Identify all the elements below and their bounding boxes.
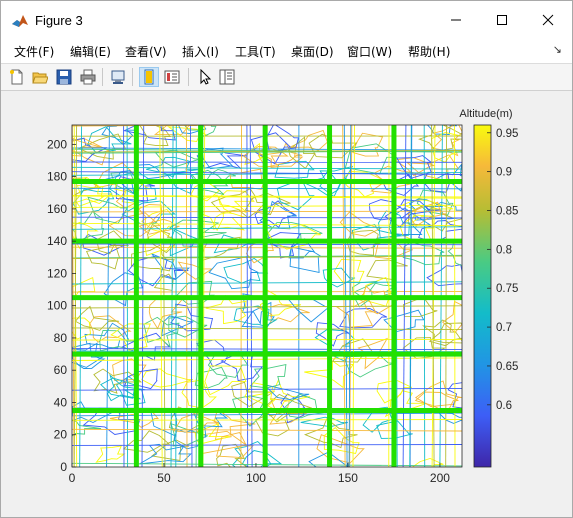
minimize-button[interactable] bbox=[433, 1, 479, 39]
matlab-logo-icon bbox=[12, 15, 28, 27]
toolbar-separator bbox=[132, 68, 133, 86]
colorbar-tick-label: 0.8 bbox=[496, 244, 512, 256]
colorbar-tick-label: 0.85 bbox=[496, 206, 518, 218]
hide-plot-tools-button[interactable] bbox=[139, 67, 159, 87]
x-tick-label: 150 bbox=[338, 471, 358, 485]
y-tick-label: 160 bbox=[47, 202, 67, 216]
window-title: Figure 3 bbox=[35, 13, 83, 28]
hide-plot-tools-icon bbox=[144, 69, 154, 85]
edit-plot-icon bbox=[200, 69, 212, 85]
y-tick-label: 100 bbox=[47, 299, 67, 313]
colorbar-tick-label: 0.6 bbox=[496, 400, 512, 412]
y-tick-label: 200 bbox=[47, 137, 67, 151]
x-tick-label: 0 bbox=[69, 471, 76, 485]
colorbar-tick-label: 0.95 bbox=[496, 128, 518, 140]
toolbar-separator bbox=[188, 68, 189, 86]
menu-desktop[interactable]: 桌面(D) bbox=[291, 43, 334, 60]
insert-colorbar-icon bbox=[164, 70, 180, 84]
menu-view[interactable]: 查看(V) bbox=[125, 43, 167, 60]
save-button[interactable] bbox=[54, 67, 74, 87]
figure-toolbar bbox=[1, 63, 572, 91]
maximize-icon bbox=[497, 15, 507, 25]
contour-plot[interactable]: 0 50 100 150 200 0 20 40 60 80 100 120 140 160 180 200… bbox=[7, 91, 566, 511]
menu-file[interactable]: 文件(F) bbox=[14, 43, 54, 60]
y-tick-label: 20 bbox=[54, 428, 68, 442]
minimize-icon bbox=[451, 19, 461, 21]
y-tick-label: 40 bbox=[54, 395, 68, 409]
print-button[interactable] bbox=[78, 67, 98, 87]
menu-bar: 文件(F) 编辑(E) 查看(V) 插入(I) 工具(T) 桌面(D) 窗口(W… bbox=[1, 39, 572, 63]
colorbar-ticks: 0.6 0.65 0.7 0.75 0.8 0.85 0.9 0.95 bbox=[487, 128, 518, 412]
y-tick-label: 180 bbox=[47, 170, 67, 184]
open-file-button[interactable] bbox=[30, 67, 50, 87]
x-tick-label: 200 bbox=[430, 471, 450, 485]
menu-edit[interactable]: 编辑(E) bbox=[70, 43, 111, 60]
x-tick-label: 100 bbox=[246, 471, 266, 485]
y-tick-label: 60 bbox=[54, 363, 68, 377]
print-icon bbox=[80, 69, 96, 85]
y-tick-label: 120 bbox=[47, 266, 67, 280]
menu-insert[interactable]: 插入(I) bbox=[182, 43, 219, 60]
figure-canvas[interactable]: 0 50 100 150 200 0 20 40 60 80 100 120 140 160 180 200… bbox=[7, 91, 566, 511]
close-button[interactable] bbox=[525, 1, 571, 39]
colorbar-tick-label: 0.75 bbox=[496, 283, 518, 295]
menu-help[interactable]: 帮助(H) bbox=[408, 43, 450, 60]
colorbar-tick-label: 0.7 bbox=[496, 322, 512, 334]
colorbar[interactable] bbox=[473, 124, 492, 468]
open-file-icon bbox=[32, 72, 48, 84]
colorbar-label: Altitude(m) bbox=[459, 108, 512, 120]
menu-window[interactable]: 窗口(W) bbox=[347, 43, 392, 60]
menu-tools[interactable]: 工具(T) bbox=[235, 43, 276, 60]
dock-arrow-icon[interactable]: ↘ bbox=[553, 43, 562, 56]
figure-window: Figure 3 文件(F) 编辑(E) 查看(V) 插入(I) 工具(T) 桌… bbox=[0, 0, 573, 518]
link-plot-button[interactable] bbox=[108, 67, 128, 87]
save-icon bbox=[56, 69, 72, 85]
colorbar-tick-label: 0.65 bbox=[496, 361, 518, 373]
show-plot-tools-icon bbox=[219, 69, 235, 85]
close-icon bbox=[542, 14, 554, 26]
y-tick-label: 140 bbox=[47, 234, 67, 248]
maximize-button[interactable] bbox=[479, 1, 525, 39]
x-tick-label: 50 bbox=[157, 471, 171, 485]
new-figure-icon bbox=[10, 69, 23, 85]
colorbar-tick-label: 0.9 bbox=[496, 167, 512, 179]
y-tick-label: 80 bbox=[54, 331, 68, 345]
insert-colorbar-button[interactable] bbox=[162, 67, 182, 87]
y-tick-label: 0 bbox=[60, 460, 67, 474]
title-bar: Figure 3 bbox=[1, 1, 572, 39]
edit-plot-button[interactable] bbox=[195, 67, 215, 87]
show-plot-tools-button[interactable] bbox=[217, 67, 237, 87]
link-plot-icon bbox=[111, 70, 125, 84]
toolbar-separator bbox=[102, 68, 103, 86]
new-figure-button[interactable] bbox=[7, 67, 27, 87]
